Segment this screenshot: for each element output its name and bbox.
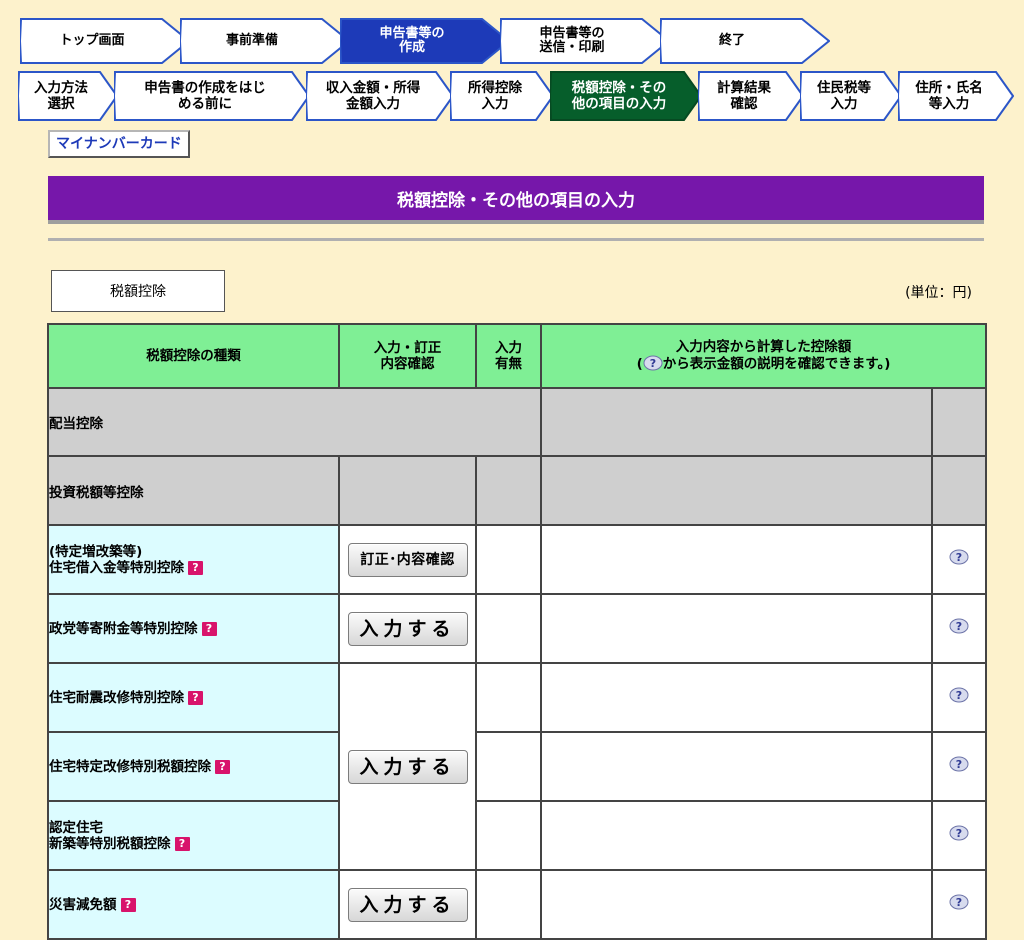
- row-seismic: 住宅耐震改修特別控除?: [47, 662, 340, 733]
- step-sub-label: 申告書の作成をはじ める前に: [144, 80, 266, 112]
- input-button[interactable]: 入力する: [347, 887, 468, 922]
- sub-progress-steps: 入力方法 選択 申告書の作成をはじ める前に 収入金額・所得 金額入力 所得控除 入力…: [18, 71, 1018, 123]
- main-progress-steps: トップ画面 事前準備 申告書等の 作成 申告書等の 送信・印刷 終了: [20, 18, 830, 64]
- help-bubble-icon[interactable]: ?: [949, 618, 969, 636]
- step-main-label: 申告書等の 送信・印刷: [539, 26, 605, 55]
- step-sub-8: 住所・氏名 等入力: [898, 71, 1014, 121]
- col-header-amount: 入力内容から計算した控除額 (? から表示金額の説明を確認できます。): [540, 323, 987, 389]
- step-main-2: 事前準備: [180, 18, 350, 64]
- step-sub-label: 住民税等 入力: [817, 80, 871, 112]
- help-icon[interactable]: ?: [215, 759, 230, 774]
- col-header-type: 税額控除の種類: [47, 323, 340, 389]
- help-icon[interactable]: ?: [188, 560, 203, 575]
- svg-text:?: ?: [956, 827, 962, 840]
- divider: [48, 238, 984, 241]
- step-sub-4: 所得控除 入力: [450, 71, 554, 121]
- help-icon[interactable]: ?: [120, 897, 136, 912]
- step-sub-label: 税額控除・その 他の項目の入力: [571, 80, 667, 112]
- correct-confirm-button[interactable]: 訂正･内容確認: [347, 542, 468, 577]
- help-bubble-icon[interactable]: ?: [949, 894, 969, 912]
- step-sub-3: 収入金額・所得 金額入力: [306, 71, 454, 121]
- step-sub-7: 住民税等 入力: [800, 71, 902, 121]
- step-main-label: トップ画面: [59, 33, 125, 48]
- step-main-label: 事前準備: [225, 33, 278, 48]
- col-header-has: 入力 有無: [475, 323, 542, 389]
- help-icon[interactable]: ?: [174, 836, 190, 851]
- svg-text:?: ?: [956, 896, 962, 909]
- help-bubble-icon[interactable]: ?: [949, 549, 969, 567]
- step-sub-6: 計算結果 確認: [698, 71, 804, 121]
- step-main-label: 申告書等の 作成: [379, 26, 445, 55]
- group-dividend: 配当控除: [47, 387, 542, 457]
- input-button[interactable]: 入力する: [347, 749, 468, 784]
- tax-credit-table: 税額控除の種類 入力・訂正 内容確認 入力 有無 入力内容から計算した控除額 (…: [47, 323, 987, 940]
- step-main-4: 申告書等の 送信・印刷: [500, 18, 670, 64]
- svg-text:?: ?: [956, 758, 962, 771]
- step-main-label: 終了: [718, 33, 745, 48]
- step-main-1: トップ画面: [20, 18, 190, 64]
- input-button[interactable]: 入力する: [347, 611, 468, 646]
- unit-label: (単位：円): [905, 285, 972, 301]
- section-label: 税額控除: [51, 270, 225, 312]
- row-disaster: 災害減免額?: [47, 869, 340, 940]
- help-bubble-icon[interactable]: ?: [949, 756, 969, 774]
- svg-text:?: ?: [650, 357, 656, 370]
- col-header-input: 入力・訂正 内容確認: [338, 323, 477, 389]
- help-bubble-icon[interactable]: ?: [949, 825, 969, 843]
- step-main-3: 申告書等の 作成: [340, 18, 510, 64]
- step-sub-label: 入力方法 選択: [34, 80, 88, 112]
- step-sub-label: 住所・氏名 等入力: [915, 80, 983, 112]
- help-icon[interactable]: ?: [188, 690, 203, 705]
- step-sub-2: 申告書の作成をはじ める前に: [114, 71, 310, 121]
- group-investment: 投資税額等控除: [47, 455, 340, 526]
- help-bubble-icon: ?: [643, 355, 663, 373]
- help-bubble-icon[interactable]: ?: [949, 687, 969, 705]
- page-title: 税額控除・その他の項目の入力: [48, 176, 984, 224]
- step-sub-label: 計算結果 確認: [717, 80, 771, 112]
- step-main-5: 終了: [660, 18, 830, 64]
- svg-text:?: ?: [956, 551, 962, 564]
- svg-text:?: ?: [956, 620, 962, 633]
- amount-help-cell[interactable]: ?: [931, 524, 987, 595]
- row-certified-housing: 認定住宅 新築等特別税額控除?: [47, 800, 340, 871]
- step-sub-label: 所得控除 入力: [468, 80, 522, 112]
- row-political: 政党等寄附金等特別控除?: [47, 593, 340, 664]
- step-sub-5: 税額控除・その 他の項目の入力: [550, 71, 702, 121]
- svg-text:?: ?: [956, 689, 962, 702]
- row-renovation: 住宅特定改修特別税額控除?: [47, 731, 340, 802]
- row-housing-loan: (特定増改築等) 住宅借入金等特別控除?: [47, 524, 340, 595]
- help-icon[interactable]: ?: [201, 621, 217, 636]
- step-sub-label: 収入金額・所得 金額入力: [325, 80, 421, 112]
- step-sub-1: 入力方法 選択: [18, 71, 118, 121]
- mynumber-card-link[interactable]: マイナンバーカード: [48, 130, 190, 158]
